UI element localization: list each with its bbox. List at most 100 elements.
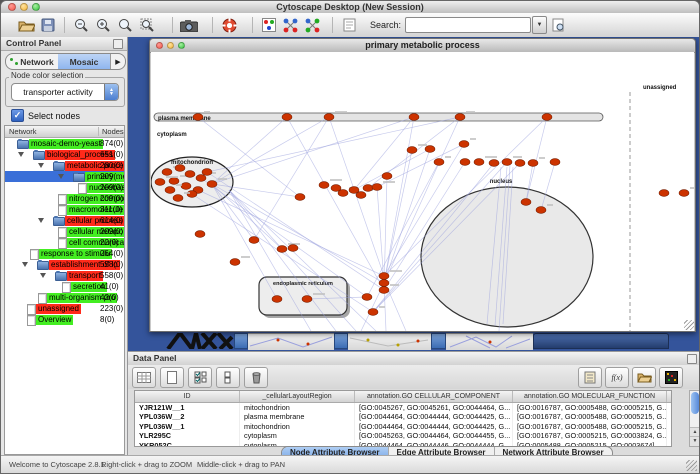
- table-cell[interactable]: [GO:0045267, GO:0045261, GO:0044464, G..…: [355, 403, 513, 412]
- table-row[interactable]: YPL036W__1mitochondrion[GO:0044464, GO:0…: [135, 422, 671, 431]
- background-window-fragment[interactable]: [334, 333, 348, 349]
- zoom-out-icon[interactable]: [70, 15, 92, 35]
- node-color-select[interactable]: transporter activity ▲▼: [11, 83, 119, 101]
- graph-node[interactable]: [249, 237, 259, 244]
- table-cell[interactable]: YPL036W__2: [135, 412, 240, 421]
- select-attributes-icon[interactable]: [188, 367, 212, 388]
- graph-node[interactable]: [324, 114, 334, 121]
- float-panel-icon[interactable]: [113, 39, 123, 49]
- table-cell[interactable]: YJR121W__1: [135, 403, 240, 412]
- import-table-icon[interactable]: [578, 367, 602, 388]
- network-window-titlebar[interactable]: primary metabolic process: [150, 39, 695, 53]
- scrollbar-thumb[interactable]: [691, 392, 699, 414]
- tree-expander-icon[interactable]: [58, 174, 64, 179]
- annotation-icon[interactable]: [338, 15, 360, 35]
- graph-node[interactable]: [409, 114, 419, 121]
- graph-node[interactable]: [185, 171, 195, 178]
- layout-2-icon[interactable]: [302, 15, 324, 35]
- snapshot-icon[interactable]: [178, 15, 200, 35]
- tree-row[interactable]: multi-organism pro42(0): [5, 292, 124, 303]
- tree-expander-icon[interactable]: [40, 273, 46, 278]
- graph-node[interactable]: [502, 159, 512, 166]
- open-file-icon[interactable]: [15, 15, 37, 35]
- tree-expander-icon[interactable]: [38, 163, 44, 168]
- unselect-attributes-icon[interactable]: [216, 367, 240, 388]
- graph-node[interactable]: [460, 159, 470, 166]
- graph-node[interactable]: [489, 160, 499, 167]
- graph-node[interactable]: [368, 309, 378, 316]
- graph-node[interactable]: [550, 159, 560, 166]
- tree-expander-icon[interactable]: [38, 218, 44, 223]
- float-panel-icon[interactable]: [687, 354, 697, 364]
- graph-node[interactable]: [379, 287, 389, 294]
- search-input[interactable]: [405, 17, 531, 33]
- graph-edge[interactable]: [387, 287, 406, 331]
- zoom-fit-icon[interactable]: [136, 15, 158, 35]
- tab-mosaic[interactable]: Mosaic: [58, 54, 110, 69]
- graph-edge[interactable]: [254, 117, 329, 240]
- network-canvas[interactable]: plasma membranecytoplasmmitochondrionnuc…: [151, 52, 694, 331]
- tree-row[interactable]: cellular process614(0): [5, 215, 124, 226]
- background-window-fragment[interactable]: [248, 333, 334, 350]
- graph-node[interactable]: [455, 114, 465, 121]
- graph-node[interactable]: [521, 199, 531, 206]
- table-cell[interactable]: [GO:0016787, GO:0005488, GO:0005215, G..…: [513, 422, 667, 431]
- column-header[interactable]: annotation.GO CELLULAR_COMPONENT: [355, 391, 513, 402]
- table-cell[interactable]: [GO:0016787, GO:0005215, GO:0003824, G..…: [513, 431, 667, 440]
- graph-node[interactable]: [528, 160, 538, 167]
- tree-row[interactable]: cell communicat22(0): [5, 237, 124, 248]
- background-window-fragment[interactable]: [446, 333, 533, 350]
- open-attributes-icon[interactable]: [632, 367, 656, 388]
- graph-node[interactable]: [302, 296, 312, 303]
- window-resize-grip[interactable]: [684, 320, 694, 330]
- new-attribute-icon[interactable]: [160, 367, 184, 388]
- graph-edge[interactable]: [212, 117, 287, 184]
- graph-node[interactable]: [230, 259, 240, 266]
- tree-row[interactable]: cellular metabo209(0): [5, 226, 124, 237]
- graph-node[interactable]: [338, 190, 348, 197]
- graph-node[interactable]: [363, 185, 373, 192]
- graph-node[interactable]: [434, 159, 444, 166]
- tree-row[interactable]: mosaic-demo-yeast874(0): [5, 138, 124, 149]
- column-header[interactable]: ID: [135, 391, 240, 402]
- graph-node[interactable]: [379, 273, 389, 280]
- graph-node[interactable]: [425, 146, 435, 153]
- tree-row[interactable]: primary metabo209(...: [5, 171, 124, 182]
- graph-node[interactable]: [195, 231, 205, 238]
- zoom-selected-icon[interactable]: [114, 15, 136, 35]
- background-window-fragment[interactable]: [533, 333, 669, 349]
- graph-edge[interactable]: [212, 184, 282, 249]
- tree-row[interactable]: transport558(0): [5, 270, 124, 281]
- tree-row[interactable]: nucleobase-209(0): [5, 182, 124, 193]
- graph-node[interactable]: [165, 187, 175, 194]
- tree-row[interactable]: macromolecule311(0): [5, 204, 124, 215]
- graph-edge[interactable]: [212, 184, 277, 299]
- graph-edge[interactable]: [526, 117, 547, 202]
- table-scrollbar[interactable]: ▲ ▼: [689, 390, 700, 447]
- vizmapper-icon[interactable]: [258, 15, 280, 35]
- scroll-down-icon[interactable]: ▼: [690, 436, 700, 446]
- graph-node[interactable]: [382, 173, 392, 180]
- table-cell[interactable]: cytoplasm: [240, 431, 355, 440]
- select-nodes-checkbox[interactable]: ✓: [11, 109, 24, 122]
- column-header[interactable]: annotation.GO MOLECULAR_FUNCTION: [513, 391, 667, 402]
- graph-node[interactable]: [659, 190, 669, 197]
- graph-node[interactable]: [542, 114, 552, 121]
- save-icon[interactable]: [37, 15, 59, 35]
- graph-node[interactable]: [379, 280, 389, 287]
- graph-node[interactable]: [356, 192, 366, 199]
- background-window-fragment[interactable]: [431, 333, 446, 349]
- column-header[interactable]: _cellularLayoutRegion: [240, 391, 355, 402]
- graph-node[interactable]: [277, 246, 287, 253]
- graph-node[interactable]: [196, 175, 206, 182]
- tree-row[interactable]: nitrogen compo209(0): [5, 193, 124, 204]
- tab-network[interactable]: Network: [6, 54, 58, 69]
- graph-node[interactable]: [319, 182, 329, 189]
- delete-attribute-icon[interactable]: [244, 367, 268, 388]
- graph-node[interactable]: [372, 184, 382, 191]
- formula-builder-icon[interactable]: f(x): [605, 367, 629, 388]
- table-row[interactable]: YPL036W__2plasma membrane[GO:0044464, GO…: [135, 412, 671, 421]
- app-resize-grip[interactable]: [686, 460, 697, 471]
- graph-node[interactable]: [202, 169, 212, 176]
- background-window-fragment[interactable]: [234, 333, 248, 349]
